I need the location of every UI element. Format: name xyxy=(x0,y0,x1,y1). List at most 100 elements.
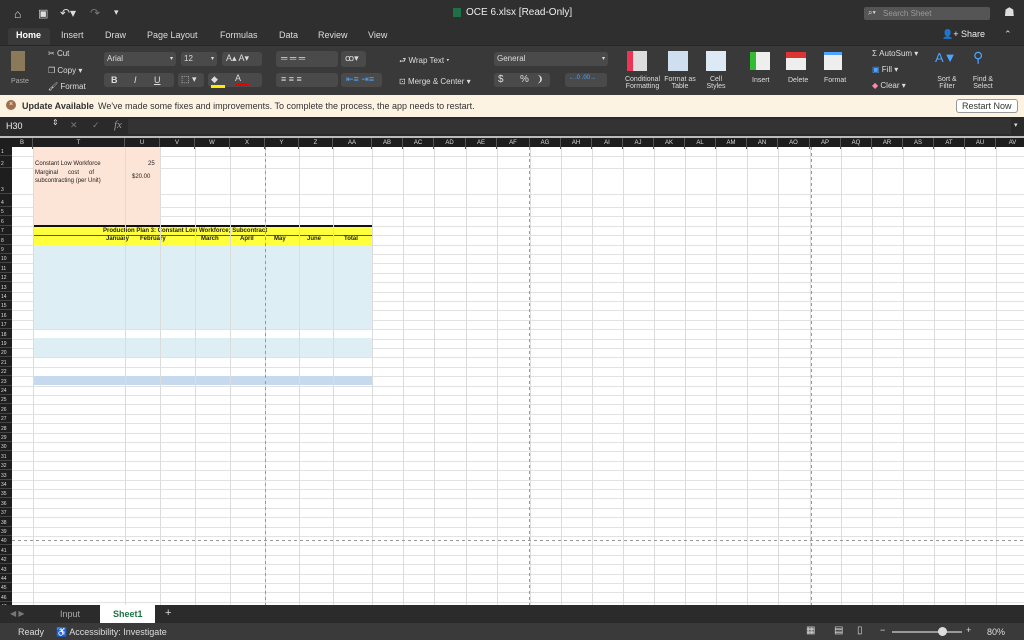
restart-now-button[interactable]: Restart Now xyxy=(956,99,1018,113)
row-header[interactable]: 5 xyxy=(0,207,12,217)
paste-icon[interactable] xyxy=(11,51,25,71)
cell-styles-icon[interactable] xyxy=(706,51,726,71)
row-header[interactable]: 39 xyxy=(0,527,12,536)
insert-cells-button[interactable]: Insert xyxy=(752,77,770,84)
conditional-formatting-button[interactable]: Conditional Formatting xyxy=(620,76,665,90)
row-header[interactable]: 31 xyxy=(0,451,12,461)
row-header[interactable]: 41 xyxy=(0,545,12,555)
row-header[interactable]: 11 xyxy=(0,263,12,273)
zoom-slider-handle[interactable] xyxy=(938,627,947,636)
row-header[interactable]: 22 xyxy=(0,367,12,377)
number-format-select[interactable]: General ▾ xyxy=(494,52,608,66)
row-header[interactable]: 24 xyxy=(0,386,12,395)
row-header[interactable]: 32 xyxy=(0,461,12,471)
row-header[interactable]: 9 xyxy=(0,245,12,254)
search-input[interactable]: ⌕▾ Search Sheet xyxy=(864,7,990,20)
orientation-button[interactable]: ꝏ▾ xyxy=(341,51,366,67)
row-header[interactable]: 13 xyxy=(0,282,12,292)
row-header[interactable]: 18 xyxy=(0,329,12,339)
redo-icon[interactable]: ↷ xyxy=(90,6,100,20)
insert-function-button[interactable]: fx xyxy=(114,119,122,131)
name-box-stepper[interactable]: ⇕ xyxy=(52,118,59,127)
row-header[interactable]: 38 xyxy=(0,517,12,527)
paste-button[interactable]: Paste xyxy=(11,78,29,85)
clear-button[interactable]: ◆ Clear ▾ xyxy=(872,81,906,90)
zoom-in-button[interactable]: + xyxy=(966,625,971,635)
worksheet-grid[interactable]: Constant Low Workforce 25 Marginal cost … xyxy=(12,147,1024,605)
font-size-select[interactable]: 12 ▾ xyxy=(181,52,217,66)
zoom-out-button[interactable]: − xyxy=(880,625,885,635)
fill-color-icon[interactable]: ◆ xyxy=(211,74,225,88)
row-header[interactable]: 34 xyxy=(0,480,12,489)
row-header[interactable]: 43 xyxy=(0,564,12,574)
currency-button[interactable]: $ xyxy=(498,74,504,85)
row-header[interactable]: 25 xyxy=(0,395,12,405)
row-header[interactable]: 6 xyxy=(0,216,12,226)
decimal-group[interactable]: ←.0 .00→ xyxy=(565,73,607,87)
cancel-icon[interactable]: ✕ xyxy=(70,120,78,131)
page-layout-view-icon[interactable]: ▤ xyxy=(834,625,843,636)
cut-button[interactable]: ✂ Cut xyxy=(48,49,69,58)
comma-button[interactable]: ❩ xyxy=(536,74,544,85)
row-header[interactable]: 27 xyxy=(0,414,12,424)
row-header[interactable]: 2 xyxy=(0,156,12,168)
row-header[interactable]: 7 xyxy=(0,226,12,236)
share-button[interactable]: 👤+ Share xyxy=(942,29,985,40)
tab-draw[interactable]: Draw xyxy=(105,30,126,40)
row-header[interactable]: 20 xyxy=(0,348,12,358)
formula-input[interactable] xyxy=(128,119,1011,134)
bold-button[interactable]: B xyxy=(111,75,118,85)
row-header[interactable]: 40 xyxy=(0,536,12,546)
tab-insert[interactable]: Insert xyxy=(61,30,84,40)
indent-group[interactable]: ⇤≡ ⇥≡ xyxy=(341,73,382,87)
undo-icon[interactable]: ↶▾ xyxy=(60,6,76,20)
row-header[interactable]: 10 xyxy=(0,254,12,264)
row-header[interactable]: 45 xyxy=(0,583,12,593)
accessibility-button[interactable]: ♿ Accessibility: Investigate xyxy=(56,627,167,638)
format-painter-button[interactable]: 🖌 Format xyxy=(48,82,86,91)
row-header[interactable]: 30 xyxy=(0,442,12,452)
row-header[interactable]: 37 xyxy=(0,508,12,518)
expand-formula-icon[interactable]: ▾ xyxy=(1014,121,1018,129)
sheet-nav-arrows[interactable]: ◀ ▶ xyxy=(10,609,25,618)
sheet-tab-sheet1[interactable]: Sheet1 xyxy=(100,605,155,623)
wrap-text-button[interactable]: ⮐ Wrap Text ▾ xyxy=(399,55,449,69)
format-as-table-button[interactable]: Format as Table xyxy=(664,76,696,90)
save-icon[interactable]: ▣ xyxy=(38,7,48,20)
page-break-view-icon[interactable]: ▯ xyxy=(857,625,863,636)
conditional-formatting-icon[interactable] xyxy=(627,51,647,71)
row-header[interactable]: 4 xyxy=(0,194,12,207)
row-header[interactable]: 15 xyxy=(0,301,12,311)
customize-icon[interactable]: ▾ xyxy=(114,7,119,18)
sort-filter-icon[interactable]: A▼ xyxy=(935,50,957,65)
row-header[interactable]: 12 xyxy=(0,273,12,283)
normal-view-icon[interactable]: ▦ xyxy=(806,625,815,636)
tab-review[interactable]: Review xyxy=(318,30,348,40)
row-header[interactable]: 28 xyxy=(0,423,12,433)
format-as-table-icon[interactable] xyxy=(668,51,688,71)
collapse-ribbon-icon[interactable]: ⌃ xyxy=(1004,29,1012,40)
font-color-icon[interactable]: A xyxy=(235,73,249,86)
row-header[interactable]: 33 xyxy=(0,470,12,480)
row-header[interactable]: 26 xyxy=(0,404,12,414)
tab-view[interactable]: View xyxy=(368,30,387,40)
row-header[interactable]: 8 xyxy=(0,235,12,245)
font-name-select[interactable]: Arial ▾ xyxy=(104,52,176,66)
row-header[interactable]: 14 xyxy=(0,292,12,301)
add-sheet-button[interactable]: + xyxy=(165,607,171,619)
format-cells-button[interactable]: Format xyxy=(824,77,846,84)
italic-button[interactable]: I xyxy=(134,75,137,85)
merge-center-button[interactable]: ⊡ Merge & Center ▾ xyxy=(399,77,471,86)
sort-filter-button[interactable]: Sort & Filter xyxy=(933,76,961,90)
autosum-button[interactable]: Σ AutoSum ▾ xyxy=(872,49,918,58)
row-header[interactable]: 17 xyxy=(0,320,12,330)
name-box[interactable]: H30 xyxy=(6,121,23,131)
row-header[interactable]: 3 xyxy=(0,168,12,194)
tab-page-layout[interactable]: Page Layout xyxy=(147,30,198,40)
row-header[interactable]: 46 xyxy=(0,592,12,602)
cell-styles-button[interactable]: Cell Styles xyxy=(704,76,728,90)
row-header[interactable]: 19 xyxy=(0,339,12,348)
horizontal-align-group[interactable]: ≡ ≡ ≡ xyxy=(276,73,338,87)
tab-data[interactable]: Data xyxy=(279,30,298,40)
underline-button[interactable]: U xyxy=(154,75,161,85)
